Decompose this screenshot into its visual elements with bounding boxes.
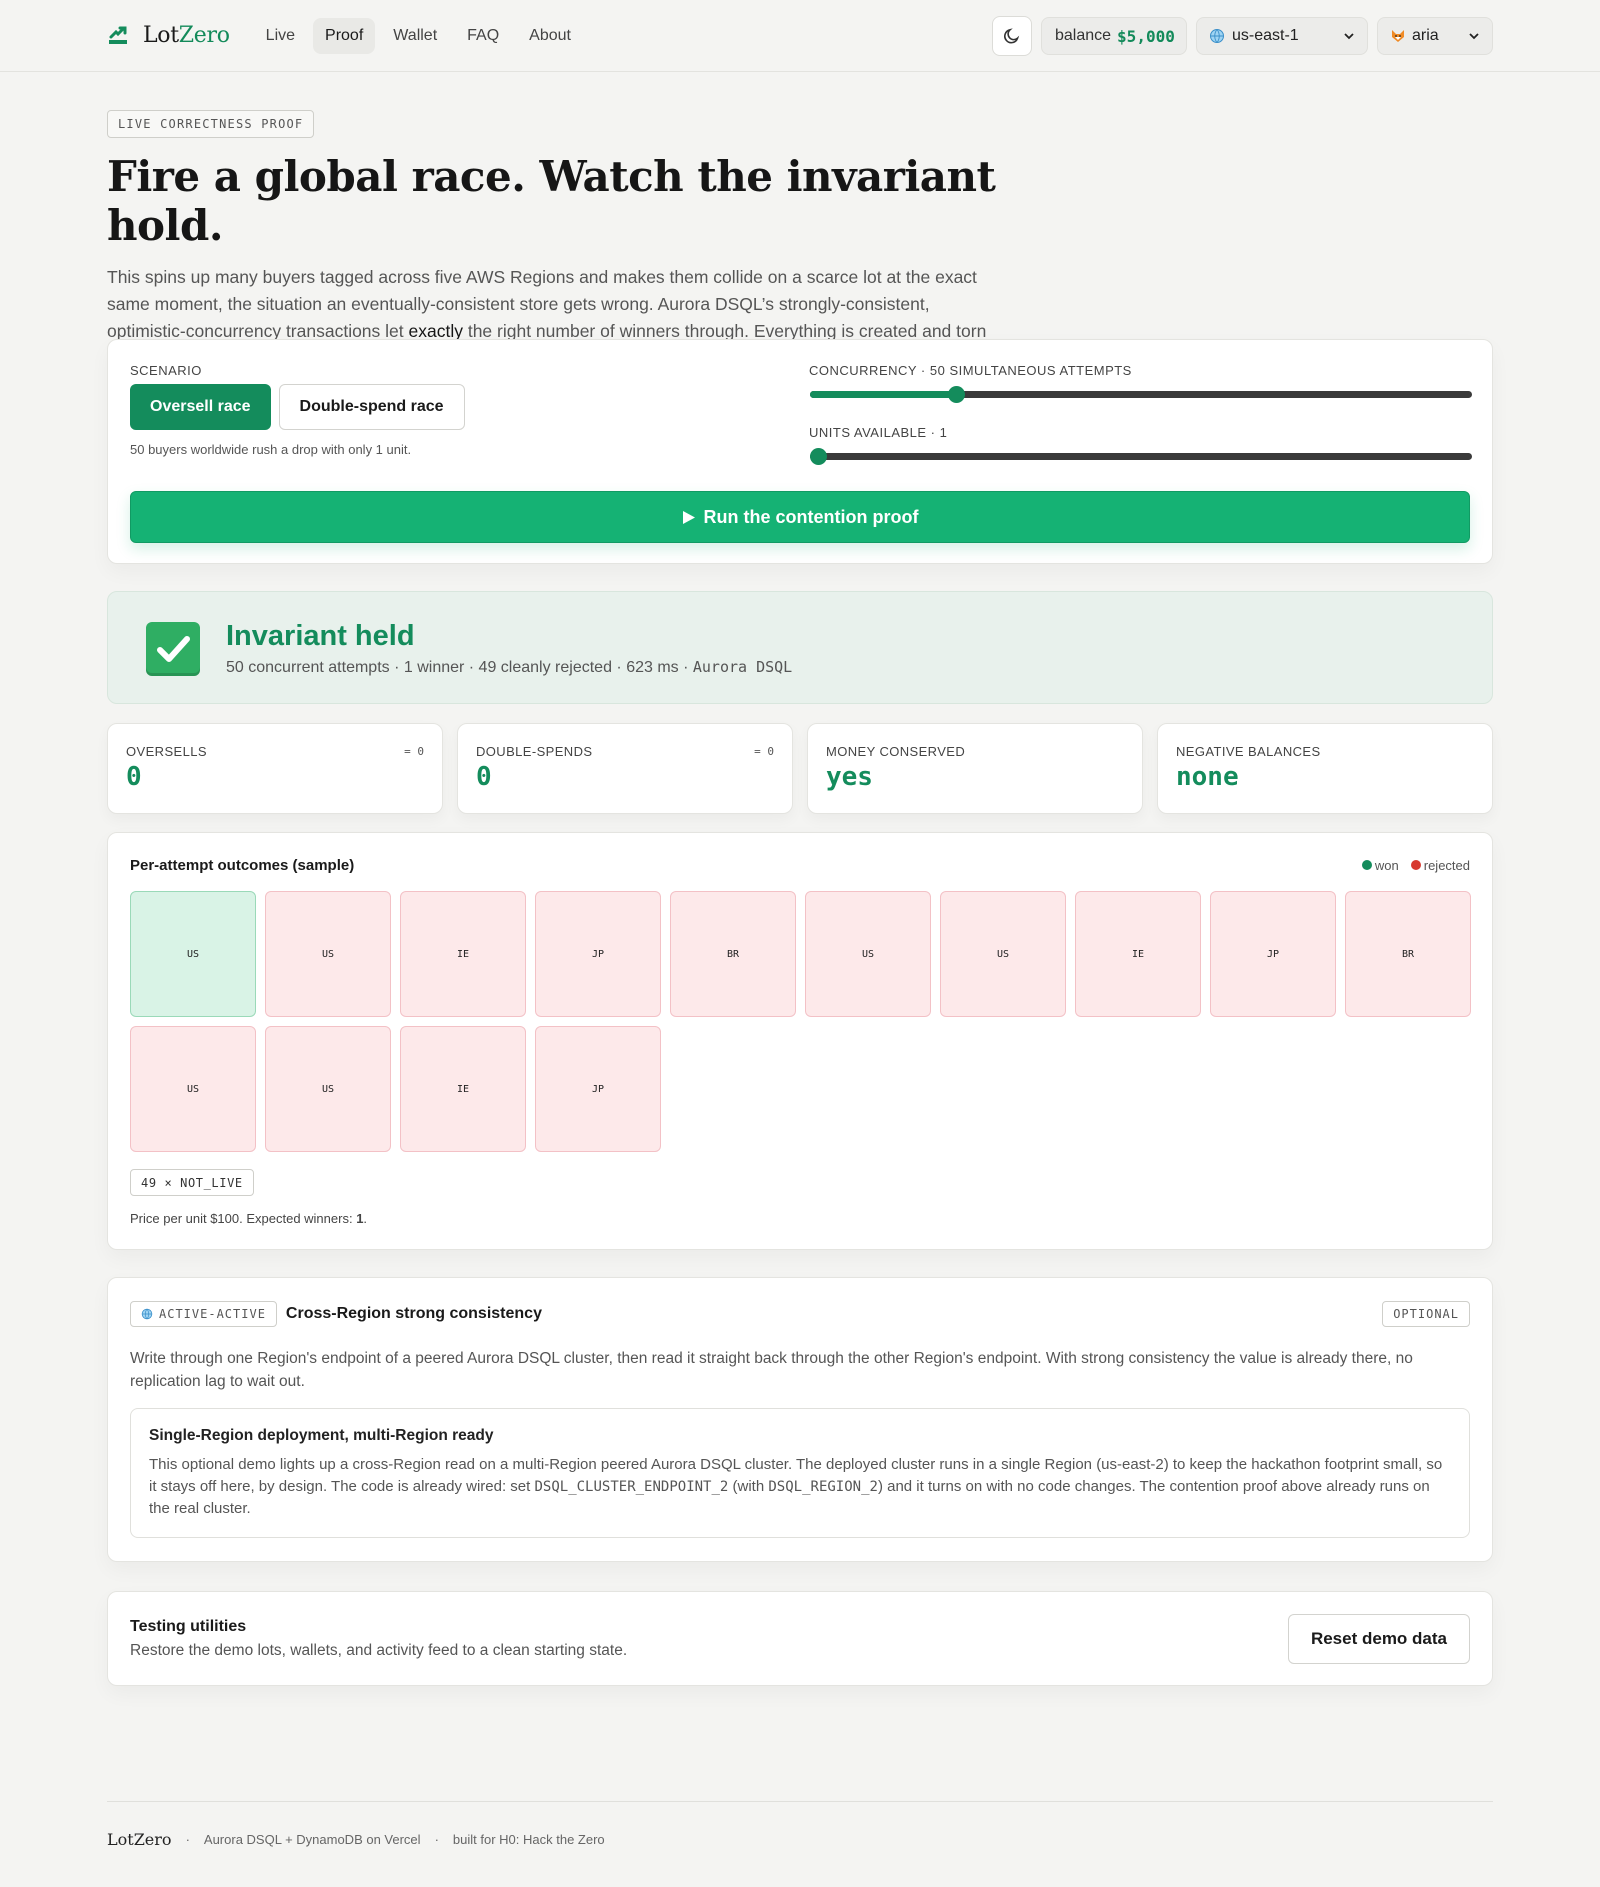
eyebrow-badge: LIVE CORRECTNESS PROOF: [107, 110, 315, 138]
stat-label: OVERSELLS: [126, 744, 207, 759]
stat-target: = 0: [404, 745, 424, 758]
double-spend-race-button[interactable]: Double-spend race: [278, 384, 465, 430]
concurrency-slider-thumb[interactable]: [947, 386, 965, 403]
outcome-tile: IE: [1075, 891, 1201, 1017]
footer-separator: ·: [185, 1832, 190, 1847]
concurrency-label: CONCURRENCY · 50 SIMULTANEOUS ATTEMPTS: [809, 363, 1132, 378]
balance-value: $5,000: [1117, 26, 1175, 46]
footer-built: built for H0: Hack the Zero: [452, 1832, 605, 1847]
testing-description: Restore the demo lots, wallets, and acti…: [130, 1642, 628, 1659]
scenario-hint: 50 buyers worldwide rush a drop with onl…: [130, 442, 412, 457]
region-value: us-east-1: [1232, 27, 1299, 44]
invariant-title: Invariant held: [226, 620, 415, 652]
stat-label: MONEY CONSERVED: [826, 744, 966, 759]
globe-icon: [141, 1308, 153, 1320]
stairs-logo-icon: [109, 26, 127, 44]
footer: LotZero · Aurora DSQL + DynamoDB on Verc…: [107, 1830, 605, 1849]
outcome-tile: US: [130, 1026, 256, 1152]
active-active-badge: ACTIVE-ACTIVE: [130, 1301, 277, 1327]
outcome-tile: JP: [535, 891, 661, 1017]
outcome-tile: BR: [1345, 891, 1471, 1017]
play-icon: [682, 510, 695, 524]
rejection-code-badge: 49 × NOT_LIVE: [130, 1169, 254, 1196]
note-title: Single-Region deployment, multi-Region r…: [149, 1427, 494, 1444]
concurrency-slider[interactable]: [810, 386, 1472, 403]
units-slider[interactable]: [810, 448, 1472, 465]
fox-avatar-icon: [1392, 30, 1404, 42]
outcome-tile: US: [805, 891, 931, 1017]
nav-link-live[interactable]: Live: [254, 18, 307, 54]
stat-money-conserved: MONEY CONSERVED yes: [807, 723, 1143, 814]
brand-name: LotZero: [143, 23, 230, 48]
region-select[interactable]: us-east-1: [1196, 17, 1368, 55]
outcome-tile: BR: [670, 891, 796, 1017]
footer-divider: [107, 1801, 1493, 1802]
invariant-summary: 50 concurrent attempts · 1 winner · 49 c…: [226, 658, 793, 676]
footer-stack: Aurora DSQL + DynamoDB on Vercel: [203, 1832, 421, 1847]
concurrency-slider-fill: [810, 391, 956, 398]
testing-card: Testing utilities Restore the demo lots,…: [107, 1591, 1493, 1686]
page-title: Fire a global race. Watch the invariant …: [107, 152, 996, 250]
stat-oversells: OVERSELLS = 0 0: [107, 723, 443, 814]
stat-value: 0: [476, 762, 492, 792]
globe-icon: [1210, 29, 1224, 43]
cross-region-description: Write through one Region's endpoint of a…: [130, 1350, 1413, 1390]
check-icon: [146, 622, 200, 676]
brand[interactable]: LotZero: [107, 23, 230, 48]
chevron-down-icon: [1344, 33, 1354, 40]
legend-rejected: rejected: [1410, 858, 1470, 873]
outcome-tile: IE: [400, 891, 526, 1017]
theme-toggle-button[interactable]: [992, 16, 1032, 56]
footer-separator: ·: [434, 1832, 439, 1847]
user-name: aria: [1412, 27, 1439, 44]
chevron-down-icon: [1469, 33, 1479, 40]
stat-target: = 0: [754, 745, 774, 758]
nav-link-wallet[interactable]: Wallet: [381, 18, 449, 54]
outcomes-title: Per-attempt outcomes (sample): [130, 857, 355, 874]
stat-value: none: [1176, 762, 1239, 792]
stat-value: yes: [826, 762, 873, 792]
run-proof-label: Run the contention proof: [703, 506, 919, 527]
nav-link-proof[interactable]: Proof: [313, 17, 376, 54]
cross-region-card: ACTIVE-ACTIVE Cross-Region strong consis…: [107, 1277, 1493, 1562]
units-label: UNITS AVAILABLE · 1: [809, 425, 948, 440]
stat-value: 0: [126, 762, 142, 792]
testing-title: Testing utilities: [130, 1618, 247, 1635]
cross-region-title: Cross-Region strong consistency: [285, 1305, 542, 1322]
top-nav: LotZero Live Proof Wallet FAQ About bala…: [0, 0, 1600, 72]
outcome-tile: JP: [1210, 891, 1336, 1017]
price-note: Price per unit $100. Expected winners: 1…: [130, 1211, 368, 1226]
optional-badge: OPTIONAL: [1382, 1301, 1470, 1327]
stat-double-spends: DOUBLE-SPENDS = 0 0: [457, 723, 793, 814]
invariant-banner: Invariant held 50 concurrent attempts · …: [107, 591, 1493, 704]
nav-link-about[interactable]: About: [517, 18, 583, 54]
outcome-tile: US: [265, 891, 391, 1017]
user-select[interactable]: aria: [1377, 17, 1493, 55]
outcome-tile: US: [940, 891, 1066, 1017]
outcome-tile: IE: [400, 1026, 526, 1152]
stat-label: NEGATIVE BALANCES: [1176, 744, 1321, 759]
scenario-label: SCENARIO: [130, 363, 202, 378]
balance-label: balance: [1055, 27, 1112, 44]
balance-pill: balance $5,000: [1041, 17, 1187, 55]
nav-link-faq[interactable]: FAQ: [455, 18, 511, 54]
stat-label: DOUBLE-SPENDS: [476, 744, 593, 759]
reset-demo-data-button[interactable]: Reset demo data: [1287, 1614, 1470, 1664]
oversell-race-button[interactable]: Oversell race: [130, 384, 271, 430]
legend-won: won: [1361, 858, 1399, 873]
scenario-card: SCENARIO Oversell race Double-spend race…: [107, 339, 1493, 564]
moon-icon: [1004, 28, 1020, 44]
outcome-tile: US: [265, 1026, 391, 1152]
note-body: This optional demo lights up a cross-Reg…: [149, 1456, 1443, 1517]
single-region-note: Single-Region deployment, multi-Region r…: [130, 1408, 1470, 1538]
stat-negative-balances: NEGATIVE BALANCES none: [1157, 723, 1493, 814]
units-slider-thumb[interactable]: [810, 448, 827, 465]
outcomes-card: Per-attempt outcomes (sample) won reject…: [107, 832, 1493, 1250]
outcome-tile: US: [130, 891, 256, 1017]
outcome-tile: JP: [535, 1026, 661, 1152]
run-proof-button[interactable]: Run the contention proof: [130, 491, 1470, 543]
outcomes-legend: won rejected: [1361, 858, 1470, 873]
hero: LIVE CORRECTNESS PROOF Fire a global rac…: [107, 110, 1007, 372]
footer-brand[interactable]: LotZero: [107, 1830, 172, 1849]
